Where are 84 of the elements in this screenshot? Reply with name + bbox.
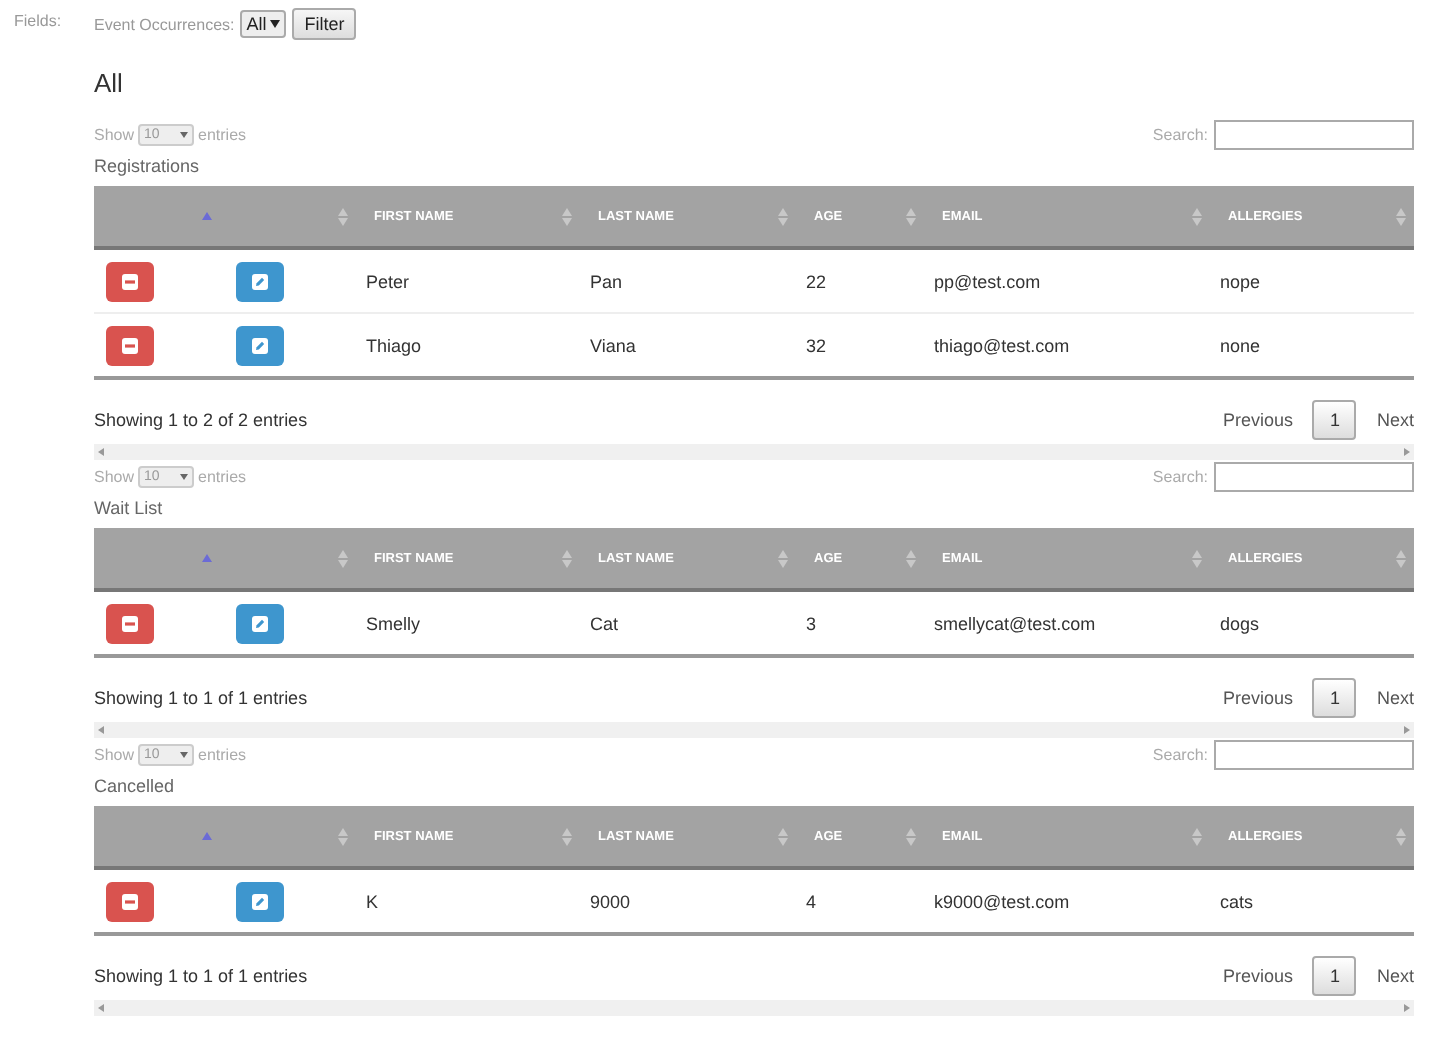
table-cell: thiago@test.com: [924, 313, 1210, 378]
horizontal-scrollbar[interactable]: [94, 1000, 1414, 1016]
edit-button[interactable]: [236, 603, 284, 643]
scroll-right-icon[interactable]: [1404, 448, 1410, 456]
caret-icon: [180, 473, 189, 479]
next-link[interactable]: Next: [1376, 966, 1414, 986]
previous-link[interactable]: Previous: [1222, 410, 1293, 430]
occurrence-select[interactable]: All: [240, 10, 287, 38]
table-cell: Pan: [580, 248, 796, 313]
table-cell: Smelly: [356, 590, 580, 656]
page-heading: All: [94, 68, 125, 98]
show-label: Show: [94, 125, 135, 143]
horizontal-scrollbar[interactable]: [94, 444, 1414, 460]
table-cell: 32: [796, 313, 924, 378]
table-cell: none: [1210, 313, 1414, 378]
table-title: Cancelled: [94, 774, 177, 800]
table-cell: 9000: [580, 868, 796, 934]
minus-icon: [122, 893, 138, 909]
search-field[interactable]: [1214, 461, 1414, 491]
table-cell: 22: [796, 248, 924, 313]
edit-button[interactable]: [236, 881, 284, 921]
scroll-left-icon[interactable]: [98, 1004, 104, 1012]
previous-link[interactable]: Previous: [1222, 688, 1293, 708]
page-button[interactable]: 1: [1312, 956, 1357, 996]
minus-icon: [122, 337, 138, 353]
page-button[interactable]: 1: [1312, 400, 1357, 440]
table-cell: 4: [796, 868, 924, 934]
search-field[interactable]: [1214, 119, 1414, 149]
minus-icon: [122, 273, 138, 289]
table-cell: 3: [796, 590, 924, 656]
delete-button[interactable]: [106, 261, 154, 301]
page-button[interactable]: 1: [1312, 678, 1357, 718]
table-cell: nope: [1210, 248, 1414, 313]
caret-icon: [180, 131, 189, 137]
column-header[interactable]: [94, 186, 220, 248]
table-cell: K: [356, 868, 580, 934]
minus-icon: [122, 615, 138, 631]
show-label: Show: [94, 745, 135, 763]
entries-label: entries: [198, 125, 247, 143]
delete-button[interactable]: [106, 881, 154, 921]
table-cell: dogs: [1210, 590, 1414, 656]
scroll-right-icon[interactable]: [1404, 726, 1410, 734]
edit-button[interactable]: [236, 325, 284, 365]
delete-button[interactable]: [106, 325, 154, 365]
filter-label: Event Occurrences:: [94, 15, 235, 33]
pencil-icon: [252, 273, 268, 289]
entries-label: entries: [198, 467, 247, 485]
show-label: Show: [94, 467, 135, 485]
table-title: Registrations: [94, 154, 202, 180]
next-link[interactable]: Next: [1376, 688, 1414, 708]
column-header[interactable]: [94, 806, 220, 868]
table-cell: k9000@test.com: [924, 868, 1210, 934]
delete-button[interactable]: [106, 603, 154, 643]
caret-icon: [180, 751, 189, 757]
pencil-icon: [252, 893, 268, 909]
search-field[interactable]: [1214, 739, 1414, 769]
table-title: Wait List: [94, 496, 165, 522]
table-cell: smellycat@test.com: [924, 590, 1210, 656]
pencil-icon: [252, 337, 268, 353]
caret-icon: [270, 20, 281, 28]
table-cell: Cat: [580, 590, 796, 656]
search-label: Search:: [1152, 467, 1208, 485]
table-cell: pp@test.com: [924, 248, 1210, 313]
entries-info: Showing 1 to 1 of 1 entries: [94, 966, 308, 986]
previous-link[interactable]: Previous: [1222, 966, 1293, 986]
pencil-icon: [252, 615, 268, 631]
scroll-left-icon[interactable]: [98, 726, 104, 734]
table-cell: Peter: [356, 248, 580, 313]
fields-label: Fields:: [14, 12, 62, 30]
scroll-left-icon[interactable]: [98, 448, 104, 456]
table-cell: Thiago: [356, 313, 580, 378]
filter-button[interactable]: Filter: [292, 8, 357, 40]
scroll-right-icon[interactable]: [1404, 1004, 1410, 1012]
edit-button[interactable]: [236, 261, 284, 301]
column-header[interactable]: [94, 528, 220, 590]
search-label: Search:: [1152, 125, 1208, 143]
search-label: Search:: [1152, 745, 1208, 763]
entries-label: entries: [198, 745, 247, 763]
entries-info: Showing 1 to 1 of 1 entries: [94, 688, 308, 708]
table-cell: cats: [1210, 868, 1414, 934]
table-cell: Viana: [580, 313, 796, 378]
entries-info: Showing 1 to 2 of 2 entries: [94, 410, 308, 430]
horizontal-scrollbar[interactable]: [94, 722, 1414, 738]
next-link[interactable]: Next: [1376, 410, 1414, 430]
